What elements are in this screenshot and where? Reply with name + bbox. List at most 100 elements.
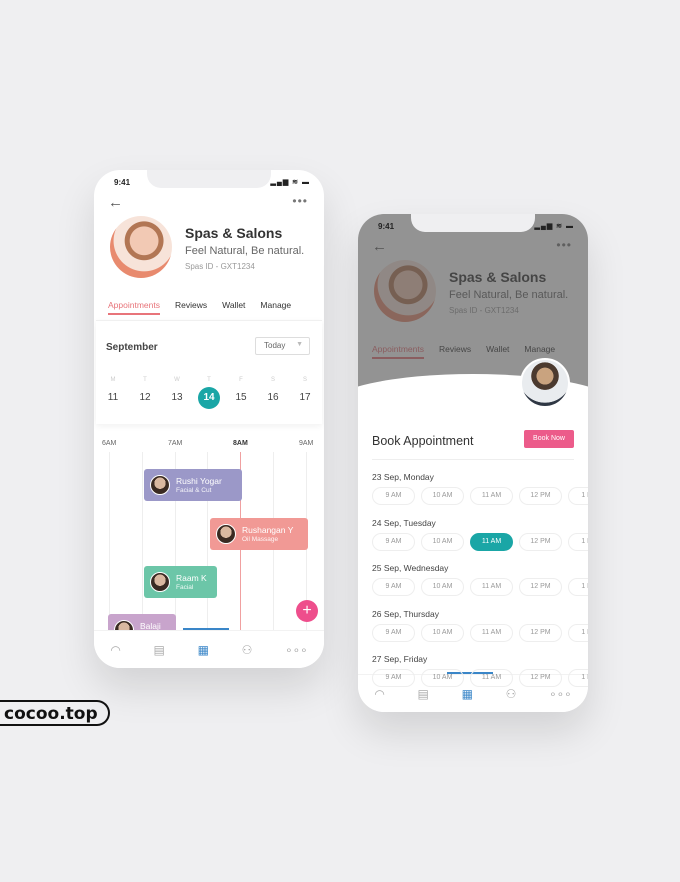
- booking-day: 27 Sep, Friday 9 AM 10 AM 11 AM 12 PM 1 …: [372, 654, 588, 700]
- tab-reviews[interactable]: Reviews: [175, 300, 207, 315]
- time-slot[interactable]: 12 PM: [519, 669, 562, 687]
- calendar-day[interactable]: 11: [102, 392, 124, 409]
- time-slot[interactable]: 12 PM: [519, 487, 562, 505]
- client-name: Rushangan Y: [242, 525, 294, 535]
- booking-day: 23 Sep, Monday 9 AM 10 AM 11 AM 12 PM 1 …: [372, 472, 588, 518]
- bottom-nav: ◠ ▤ ▦ ⚇ ∘∘∘: [94, 630, 324, 668]
- day-label: 23 Sep, Monday: [372, 472, 434, 482]
- calendar-day[interactable]: 12: [134, 392, 156, 409]
- time-slot[interactable]: 1 PM: [568, 578, 588, 596]
- salon-avatar: [110, 216, 172, 278]
- salon-title: Spas & Salons: [185, 225, 283, 241]
- notch: [147, 170, 271, 188]
- divider: [372, 459, 574, 460]
- time-slots: 9 AM 10 AM 11 AM 12 PM 1 PM: [372, 578, 588, 596]
- chevron-down-icon: ▼: [296, 341, 303, 348]
- signal-wifi-battery-icon: ▂▄▆ ≋ ▬: [270, 179, 310, 186]
- client-avatar: [150, 475, 170, 495]
- time-slot[interactable]: 1 PM: [568, 669, 588, 687]
- time-slot[interactable]: 12 PM: [519, 623, 562, 642]
- weekday: S: [302, 377, 307, 383]
- time-slots: 9 AM 10 AM 11 AM 12 PM 1 PM: [372, 623, 588, 642]
- document-icon[interactable]: ▤: [154, 643, 165, 657]
- calendar-day[interactable]: 16: [262, 392, 284, 409]
- client-avatar: [150, 572, 170, 592]
- dashboard-icon[interactable]: ◠: [110, 643, 120, 657]
- time-slot[interactable]: 10 AM: [421, 578, 464, 596]
- salon-tagline: Feel Natural, Be natural.: [185, 245, 305, 257]
- more-options-icon[interactable]: •••: [292, 194, 308, 208]
- hour-label: 6AM: [102, 440, 117, 447]
- time-slot[interactable]: 10 AM: [421, 532, 464, 551]
- add-appointment-button[interactable]: +: [296, 600, 318, 622]
- booking-days-list: 23 Sep, Monday 9 AM 10 AM 11 AM 12 PM 1 …: [372, 472, 588, 700]
- client-name: Rushi Yogar: [176, 476, 222, 486]
- grid-line: [142, 452, 143, 632]
- users-icon[interactable]: ⚇: [242, 643, 253, 657]
- calendar-month: September: [106, 342, 158, 353]
- appointment-card[interactable]: Raam K Facial: [144, 566, 217, 598]
- time-slot[interactable]: 9 AM: [372, 532, 415, 551]
- weekday-labels: M T W T F S S: [102, 377, 316, 383]
- booking-day: 26 Sep, Thursday 9 AM 10 AM 11 AM 12 PM …: [372, 609, 588, 655]
- time-slot[interactable]: 1 PM: [568, 532, 588, 551]
- tab-wallet[interactable]: Wallet: [222, 300, 245, 315]
- time-slot[interactable]: 9 AM: [372, 669, 415, 687]
- calendar-days: 11 12 13 14 15 16 17: [102, 387, 316, 409]
- weekday: F: [239, 377, 243, 383]
- calendar-day-selected[interactable]: 14: [198, 387, 220, 409]
- day-label: 24 Sep, Tuesday: [372, 517, 436, 528]
- time-slot[interactable]: 1 PM: [568, 623, 588, 642]
- service-name: Facial: [176, 584, 194, 591]
- time-slot-selected[interactable]: 11 AM: [470, 532, 513, 551]
- book-now-button[interactable]: Book Now: [524, 430, 574, 448]
- profile-tabs: Appointments Reviews Wallet Manage: [108, 300, 310, 315]
- appointment-card[interactable]: Rushi Yogar Facial & Cut: [144, 469, 242, 501]
- weekday: T: [207, 377, 211, 383]
- calendar-day[interactable]: 13: [166, 392, 188, 409]
- calendar-day[interactable]: 17: [294, 392, 316, 409]
- today-label: Today: [264, 341, 286, 350]
- booking-day: 25 Sep, Wednesday 9 AM 10 AM 11 AM 12 PM…: [372, 563, 588, 609]
- time-slot[interactable]: 1 PM: [568, 487, 588, 505]
- time-slot[interactable]: 12 PM: [519, 532, 562, 551]
- time-slot[interactable]: 10 AM: [421, 487, 464, 505]
- appointment-timeline: 6AM 7AM 8AM 9AM Rushi Yogar Facial & Cut…: [94, 432, 324, 646]
- appointment-card[interactable]: Rushangan Y Oil Massage: [210, 518, 308, 550]
- time-slot[interactable]: 12 PM: [519, 578, 562, 596]
- notch: [411, 214, 535, 232]
- weekday: M: [110, 377, 116, 383]
- time-slot[interactable]: 9 AM: [372, 578, 415, 596]
- user-avatar: [520, 358, 570, 408]
- hour-label: 9AM: [299, 440, 314, 447]
- watermark-logo: cocoo.top: [0, 700, 110, 726]
- weekday: S: [270, 377, 275, 383]
- calendar-day[interactable]: 15: [230, 392, 252, 409]
- time-slot[interactable]: 9 AM: [372, 487, 415, 505]
- time-slot[interactable]: 11 AM: [470, 623, 513, 642]
- time-slots: 9 AM 10 AM 11 AM 12 PM 1 PM: [372, 669, 588, 687]
- time-slot[interactable]: 10 AM: [421, 669, 464, 687]
- more-icon[interactable]: ∘∘∘: [285, 643, 308, 657]
- phone-booking-screen: 9:41 ▂▄▆ ≋ ▬ ← ••• Spas & Salons Feel Na…: [358, 214, 588, 712]
- week-calendar: September Today ▼ M T W T F S S 11 12 13…: [96, 320, 322, 424]
- service-name: Oil Massage: [242, 536, 279, 543]
- time-slot[interactable]: 11 AM: [470, 487, 513, 505]
- status-time: 9:41: [378, 222, 395, 231]
- day-label: 25 Sep, Wednesday: [372, 563, 449, 573]
- book-appointment-title: Book Appointment: [372, 434, 474, 448]
- hour-label: 7AM: [168, 440, 183, 447]
- tab-manage[interactable]: Manage: [260, 300, 291, 315]
- time-slot[interactable]: 11 AM: [470, 669, 513, 687]
- time-slot[interactable]: 11 AM: [470, 578, 513, 596]
- tab-appointments[interactable]: Appointments: [108, 300, 160, 315]
- time-slot[interactable]: 10 AM: [421, 623, 464, 642]
- time-slot[interactable]: 9 AM: [372, 623, 415, 642]
- status-time: 9:41: [114, 178, 131, 187]
- today-dropdown[interactable]: Today ▼: [255, 337, 310, 355]
- hour-label-current: 8AM: [233, 440, 248, 447]
- day-label: 27 Sep, Friday: [372, 654, 428, 664]
- calendar-icon[interactable]: ▦: [198, 643, 209, 657]
- back-arrow-icon[interactable]: ←: [108, 194, 123, 211]
- booking-day: 24 Sep, Tuesday 9 AM 10 AM 11 AM 12 PM 1…: [372, 518, 588, 564]
